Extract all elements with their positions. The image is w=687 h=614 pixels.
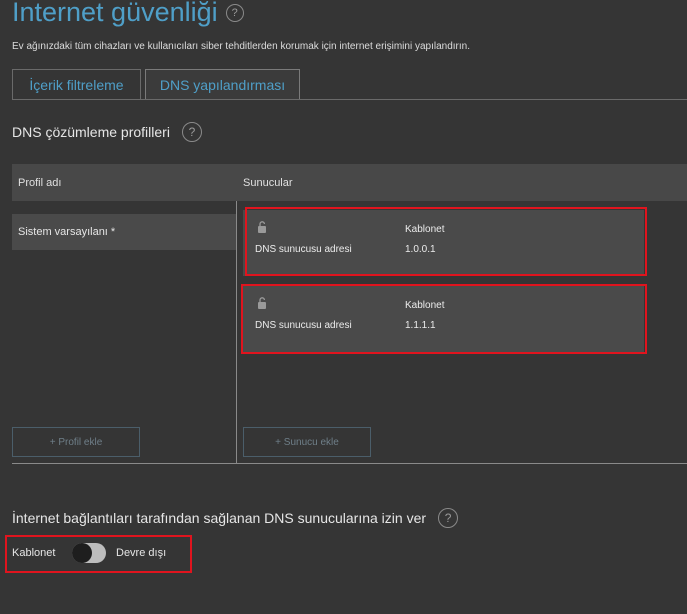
help-icon[interactable]: ? [438,508,459,528]
server-provider: Kablonet [405,224,445,235]
add-server-button[interactable]: + Sunucu ekle [243,427,371,457]
page-title: İnternet güvenliği ? [12,0,244,28]
tab-content-filtering[interactable]: İçerik filtreleme [12,69,141,99]
column-header-servers: Sunucular [243,176,293,189]
unlock-icon [258,221,266,233]
tab-dns-configuration[interactable]: DNS yapılandırması [145,69,300,100]
column-divider [236,201,237,464]
help-icon[interactable]: ? [225,3,244,22]
dns-profiles-title: DNS çözümleme profilleri [12,124,170,140]
dns-server-card[interactable]: Kablonet DNS sunucusu adresi 1.0.0.1 [243,210,644,276]
profile-row-system-default[interactable]: Sistem varsayılanı * [12,214,236,250]
page-title-text: İnternet güvenliği [12,0,218,27]
allow-isp-dns-title: İnternet bağlantıları tarafından sağlana… [12,510,427,526]
tab-underline [12,99,687,100]
connection-label: Kablonet [12,547,56,559]
server-provider: Kablonet [405,300,445,311]
isp-dns-toggle-row: Kablonet Devre dışı [12,543,166,563]
isp-dns-toggle[interactable] [72,543,106,563]
server-address-value: 1.1.1.1 [405,320,436,331]
dns-profiles-heading: DNS çözümleme profilleri ? [12,122,202,142]
table-bottom-divider [12,463,687,464]
server-address-label: DNS sunucusu adresi [255,320,352,331]
unlock-icon [258,297,266,309]
help-icon[interactable]: ? [181,122,202,142]
page-subtitle: Ev ağınızdaki tüm cihazları ve kullanıcı… [12,41,470,52]
server-address-value: 1.0.0.1 [405,244,436,255]
toggle-state-label: Devre dışı [116,547,167,559]
server-address-label: DNS sunucusu adresi [255,244,352,255]
allow-isp-dns-heading: İnternet bağlantıları tarafından sağlana… [12,508,459,528]
profile-name: Sistem varsayılanı * [18,226,116,238]
table-header: Profil adı Sunucular [12,164,687,201]
column-header-profile: Profil adı [18,176,62,189]
tab-bar: İçerik filtreleme DNS yapılandırması [12,69,300,100]
add-profile-button[interactable]: + Profil ekle [12,427,140,457]
toggle-knob [72,543,92,563]
dns-server-card[interactable]: Kablonet DNS sunucusu adresi 1.1.1.1 [243,286,644,352]
